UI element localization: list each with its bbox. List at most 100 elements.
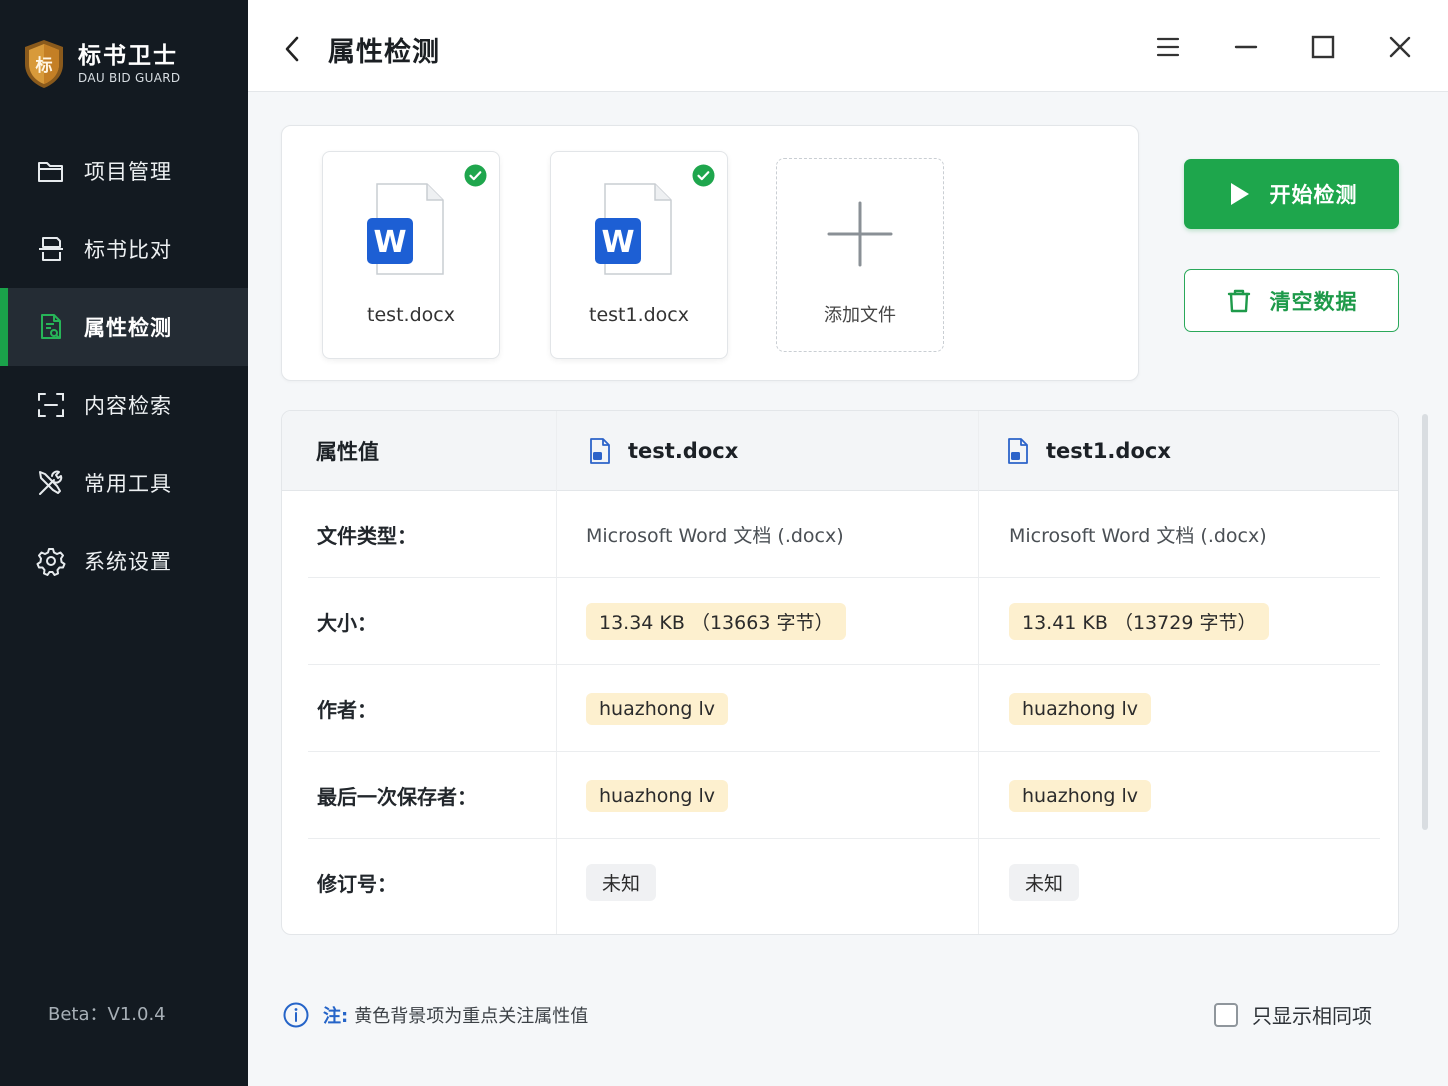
column-header-attribute: 属性值: [316, 440, 379, 464]
table-scrollbar[interactable]: [1422, 414, 1428, 830]
menu-button[interactable]: [1151, 30, 1185, 64]
start-detection-label: 开始检测: [1269, 183, 1358, 207]
minimize-icon: [1234, 45, 1258, 49]
only-show-same-toggle[interactable]: 只显示相同项: [1214, 1000, 1372, 1029]
column-header-file-2: test1.docx: [1006, 411, 1171, 491]
back-arrow-icon[interactable]: [280, 34, 304, 64]
scan-icon: [38, 393, 64, 417]
check-circle-icon: [692, 164, 715, 187]
highlight-tag: huazhong lv: [586, 692, 729, 725]
gear-icon: [36, 548, 66, 576]
table-cell: Microsoft Word 文档 (.docx): [586, 525, 844, 547]
highlight-tag: 13.34 KB （13663 字节）: [586, 603, 847, 640]
brand-subtitle: DAU BID GUARD: [78, 71, 181, 85]
clear-data-label: 清空数据: [1269, 289, 1358, 314]
row-label: 大小：: [317, 611, 377, 635]
svg-text:W: W: [601, 225, 634, 260]
neutral-tag: 未知: [586, 864, 657, 901]
header: 属性检测: [248, 0, 1448, 92]
note-text: 黄色背景项为重点关注属性值: [354, 1006, 589, 1027]
table-cell: huazhong lv: [1009, 752, 1152, 839]
word-file-icon: [590, 438, 610, 464]
column-header-file-1: test.docx: [588, 411, 738, 491]
sidebar-nav: 项目管理 标书比对 属性检测 内容检索 常用工具 系统设置: [0, 132, 248, 600]
trash-icon: [1227, 289, 1250, 312]
row-label: 作者：: [317, 698, 377, 722]
highlight-tag: huazhong lv: [1009, 779, 1152, 812]
file-name: test.docx: [367, 304, 455, 326]
table-cell: Microsoft Word 文档 (.docx): [1009, 525, 1267, 547]
table-cell: huazhong lv: [586, 752, 729, 839]
note-prefix: 注:: [323, 1006, 349, 1027]
table-cell: 未知: [1009, 839, 1080, 926]
column-header-label: test1.docx: [1046, 439, 1171, 463]
attribute-table: 属性值 test.docx test1.docx 文件类型： Microsoft…: [281, 410, 1399, 935]
sidebar-item-label: 常用工具: [84, 472, 172, 496]
sidebar-item-label: 系统设置: [84, 550, 172, 574]
page-title: 属性检测: [328, 37, 440, 68]
svg-text:W: W: [373, 225, 406, 260]
table-cell: 13.34 KB （13663 字节）: [586, 578, 847, 665]
row-label: 文件类型：: [317, 524, 417, 548]
column-header-label: test.docx: [628, 439, 739, 463]
add-file-label: 添加文件: [824, 305, 896, 326]
highlight-tag: huazhong lv: [586, 779, 729, 812]
start-detection-button[interactable]: 开始检测: [1184, 159, 1399, 229]
plus-icon: [827, 201, 893, 267]
table-row-size: 大小： 13.34 KB （13663 字节） 13.41 KB （13729 …: [282, 578, 1398, 665]
row-label: 修订号：: [317, 872, 397, 896]
neutral-tag: 未知: [1009, 864, 1080, 901]
check-circle-icon: [464, 164, 487, 187]
hamburger-menu-icon: [1156, 37, 1180, 57]
table-header: 属性值 test.docx test1.docx: [282, 411, 1398, 491]
table-row-author: 作者： huazhong lv huazhong lv: [282, 665, 1398, 752]
file-card-test1-docx[interactable]: W test1.docx: [550, 151, 728, 359]
compare-icon: [39, 237, 63, 261]
folder-icon: [38, 162, 63, 182]
word-document-icon: W: [595, 183, 672, 275]
brand-name: 标书卫士: [78, 43, 178, 69]
sidebar: 标 标书卫士 DAU BID GUARD 项目管理 标书比对 属性检测 内容检索…: [0, 0, 248, 1086]
clear-data-button[interactable]: 清空数据: [1184, 269, 1399, 332]
shield-logo-icon: 标: [25, 40, 63, 88]
sidebar-item-label: 标书比对: [84, 238, 172, 262]
table-row-revision: 修订号： 未知 未知: [282, 839, 1398, 926]
table-cell: huazhong lv: [586, 665, 729, 752]
table-row-last-saved-by: 最后一次保存者： huazhong lv huazhong lv: [282, 752, 1398, 839]
row-label: 最后一次保存者：: [317, 785, 477, 809]
sidebar-item-system-settings[interactable]: 系统设置: [0, 522, 248, 600]
file-card-test-docx[interactable]: W test.docx: [322, 151, 500, 359]
word-document-icon: W: [367, 183, 444, 275]
file-list-panel: W test.docx W test1.docx 添加文件: [281, 125, 1139, 381]
add-file-button[interactable]: 添加文件: [776, 158, 944, 352]
sidebar-item-project-management[interactable]: 项目管理: [0, 132, 248, 210]
brand: 标 标书卫士 DAU BID GUARD: [22, 38, 180, 90]
only-show-same-label: 只显示相同项: [1252, 1004, 1372, 1028]
highlight-tag: 13.41 KB （13729 字节）: [1009, 603, 1270, 640]
sidebar-item-label: 项目管理: [84, 160, 172, 184]
file-search-icon: [41, 314, 61, 340]
sidebar-item-label: 内容检索: [84, 394, 172, 418]
close-icon: [1389, 36, 1411, 58]
maximize-button[interactable]: [1306, 30, 1340, 64]
highlight-tag: huazhong lv: [1009, 692, 1152, 725]
legend-note: 注: 黄色背景项为重点关注属性值: [283, 1002, 588, 1028]
info-icon: [283, 1002, 309, 1028]
logo-glyph: 标: [36, 55, 53, 76]
main-content: W test.docx W test1.docx 添加文件 开始检测 清空数据 …: [248, 92, 1448, 1086]
play-icon: [1230, 183, 1249, 205]
sidebar-item-bid-compare[interactable]: 标书比对: [0, 210, 248, 288]
sidebar-item-label: 属性检测: [84, 316, 172, 340]
sidebar-item-attribute-check[interactable]: 属性检测: [0, 288, 248, 366]
minimize-button[interactable]: [1229, 30, 1263, 64]
close-button[interactable]: [1383, 30, 1417, 64]
maximize-icon: [1311, 35, 1335, 59]
table-cell: 13.41 KB （13729 字节）: [1009, 578, 1270, 665]
sidebar-item-common-tools[interactable]: 常用工具: [0, 444, 248, 522]
sidebar-item-content-search[interactable]: 内容检索: [0, 366, 248, 444]
table-cell: 未知: [586, 839, 657, 926]
version-label: Beta：V1.0.4: [48, 1004, 166, 1025]
table-cell: huazhong lv: [1009, 665, 1152, 752]
word-file-icon: [1008, 438, 1028, 464]
only-show-same-checkbox[interactable]: [1214, 1002, 1238, 1027]
